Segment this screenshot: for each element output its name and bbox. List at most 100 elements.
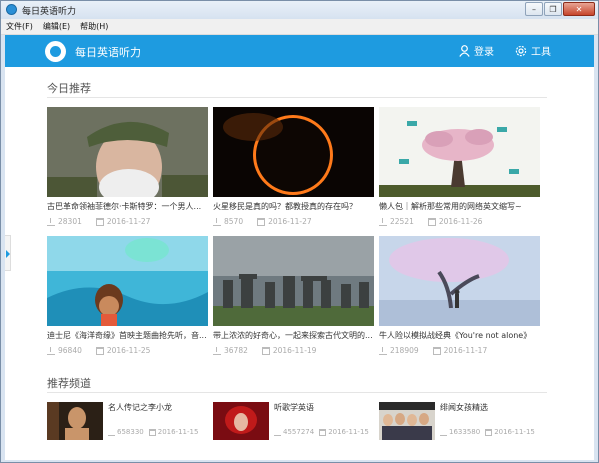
article-card[interactable]: 懒人包｜解析那些常用的网络英文缩写~ 22521 2016-11-26 [379, 107, 540, 226]
calendar-icon [95, 217, 104, 226]
app-header-title: 每日英语听力 [75, 46, 141, 59]
calendar-icon [148, 428, 156, 436]
menu-bar: 文件(F) 编辑(E) 帮助(H) [1, 19, 598, 35]
download-count: 36782 [224, 346, 248, 355]
section-divider [47, 392, 547, 393]
channel-count: 658330 [117, 428, 144, 436]
article-date: 2016-11-19 [272, 346, 317, 355]
calendar-icon [427, 217, 436, 226]
title-bar[interactable]: 每日英语听力 – ❐ ✕ [1, 1, 598, 19]
minimize-icon: – [532, 4, 536, 14]
channel-date: 2016-11-15 [328, 428, 369, 436]
window-title: 每日英语听力 [22, 7, 77, 17]
user-icon [459, 44, 470, 57]
sidebar-expand-tab[interactable] [5, 235, 11, 271]
download-icon [47, 217, 55, 226]
tools-label: 工具 [531, 47, 551, 58]
cherry-tree-illustration [379, 236, 540, 326]
article-card[interactable]: 带上浓浓的好奇心，一起来探索古代文明的... 36782 2016-11-19 [213, 236, 374, 355]
channel-name[interactable]: 听歌学英语 [274, 402, 314, 413]
article-date: 2016-11-25 [106, 346, 151, 355]
stonehenge-photo [213, 236, 374, 326]
download-icon [379, 346, 387, 355]
download-icon [274, 429, 281, 436]
section-divider [47, 97, 547, 98]
channel-thumbnail[interactable] [379, 402, 435, 440]
singer-photo [213, 402, 269, 440]
calendar-icon [95, 346, 104, 355]
article-thumbnail[interactable] [213, 107, 374, 197]
article-date: 2016-11-27 [268, 217, 312, 226]
download-icon [213, 217, 221, 226]
article-thumbnail[interactable] [379, 107, 540, 197]
gear-icon [515, 45, 527, 56]
channel-item[interactable]: 绯闻女孩精选 1633580 2016-11-15 [379, 402, 540, 448]
channel-thumbnail[interactable] [213, 402, 269, 440]
download-count: 96840 [58, 346, 82, 355]
channel-item[interactable]: 名人传记之李小龙 658330 2016-11-15 [47, 402, 208, 448]
article-card[interactable]: 古巴革命领袖菲德尔·卡斯特罗：一个男人... 28301 2016-11-27 [47, 107, 208, 226]
calendar-icon [257, 217, 266, 226]
channels-section-title: 推荐频道 [47, 377, 91, 390]
app-window: 每日英语听力 – ❐ ✕ 文件(F) 编辑(E) 帮助(H) 每日英语听力 登录… [0, 0, 599, 463]
menu-file[interactable]: 文件(F) [1, 21, 38, 32]
article-title[interactable]: 古巴革命领袖菲德尔·卡斯特罗：一个男人... [47, 201, 208, 212]
calendar-icon [432, 346, 441, 355]
app-header: 每日英语听力 登录 工具 [5, 35, 594, 67]
article-thumbnail[interactable] [47, 107, 208, 197]
download-icon [440, 429, 447, 436]
restore-icon: ❐ [549, 4, 557, 14]
channel-date: 2016-11-15 [494, 428, 535, 436]
channel-name[interactable]: 名人传记之李小龙 [108, 402, 172, 413]
article-date: 2016-11-27 [106, 217, 151, 226]
login-button[interactable]: 登录 [459, 43, 494, 58]
download-icon [108, 429, 115, 436]
channel-thumbnail[interactable] [47, 402, 103, 440]
article-title[interactable]: 带上浓浓的好奇心，一起来探索古代文明的... [213, 330, 374, 341]
app-logo-icon[interactable] [45, 41, 66, 62]
channel-count: 1633580 [449, 428, 481, 436]
close-icon: ✕ [575, 4, 583, 14]
download-icon [213, 346, 221, 355]
download-count: 8570 [224, 217, 244, 226]
today-section-title: 今日推荐 [47, 82, 91, 95]
article-thumbnail[interactable] [213, 236, 374, 326]
article-title[interactable]: 迪士尼《海洋奇缘》首映主题曲抢先听，音... [47, 330, 208, 341]
bruce-lee-photo [47, 402, 103, 440]
channel-count: 4557274 [283, 428, 315, 436]
planet-eclipse-image [213, 107, 374, 197]
channel-date: 2016-11-15 [157, 428, 199, 436]
portrait-photo [47, 107, 208, 197]
minimize-button[interactable]: – [525, 2, 543, 16]
menu-help[interactable]: 帮助(H) [75, 21, 113, 32]
app-icon [6, 4, 17, 15]
article-title[interactable]: 懒人包｜解析那些常用的网络英文缩写~ [379, 201, 540, 212]
download-count: 22521 [390, 217, 414, 226]
calendar-icon [319, 428, 327, 436]
article-thumbnail[interactable] [379, 236, 540, 326]
article-date: 2016-11-17 [443, 346, 488, 355]
restore-button[interactable]: ❐ [544, 2, 562, 16]
article-title[interactable]: 牛人险以模拟战经典《You're not alone》 [379, 330, 540, 341]
article-title[interactable]: 火星移民是真的吗？都教授真的存在吗？ [213, 201, 374, 212]
tree-illustration [379, 107, 540, 197]
article-thumbnail[interactable] [47, 236, 208, 326]
calendar-icon [485, 428, 493, 436]
download-count: 218909 [390, 346, 419, 355]
calendar-icon [261, 346, 270, 355]
download-icon [379, 217, 387, 226]
tools-button[interactable]: 工具 [515, 43, 551, 58]
article-card[interactable]: 火星移民是真的吗？都教授真的存在吗？ 8570 2016-11-27 [213, 107, 374, 226]
article-date: 2016-11-26 [438, 217, 483, 226]
channel-item[interactable]: 听歌学英语 4557274 2016-11-15 [213, 402, 374, 448]
close-button[interactable]: ✕ [563, 2, 595, 16]
article-card[interactable]: 迪士尼《海洋奇缘》首映主题曲抢先听，音... 96840 2016-11-25 [47, 236, 208, 355]
channel-name[interactable]: 绯闻女孩精选 [440, 402, 488, 413]
menu-edit[interactable]: 编辑(E) [38, 21, 75, 32]
ocean-animation-image [47, 236, 208, 326]
article-card[interactable]: 牛人险以模拟战经典《You're not alone》 218909 2016-… [379, 236, 540, 355]
main-content: 每日英语听力 登录 工具 今日推荐 古巴革命领袖菲德尔·卡斯特罗：一个男人...… [5, 35, 594, 460]
download-count: 28301 [58, 217, 82, 226]
login-label: 登录 [474, 47, 494, 58]
download-icon [47, 346, 55, 355]
